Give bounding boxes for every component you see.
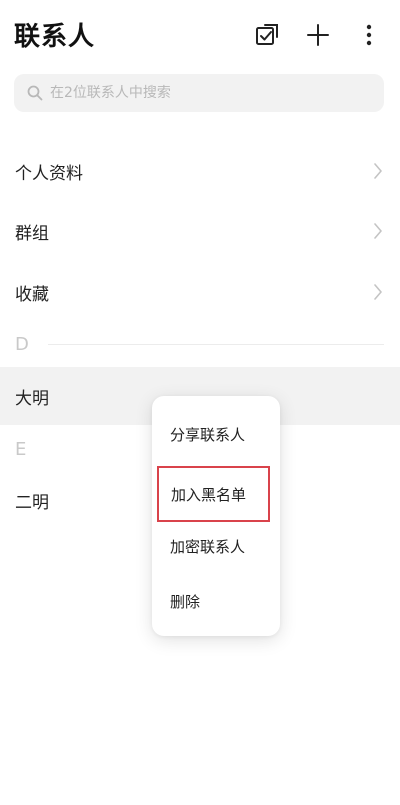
contact-name: 二明 xyxy=(15,492,49,513)
chevron-right-icon xyxy=(374,163,382,179)
nav-item-label: 群组 xyxy=(15,223,49,244)
context-menu: 分享联系人 加入黑名单 加密联系人 删除 xyxy=(152,396,280,636)
menu-item-label: 加密联系人 xyxy=(170,537,246,556)
nav-item-favorites[interactable]: 收藏 xyxy=(0,262,400,322)
more-vertical-icon xyxy=(366,24,372,46)
nav-item-profile[interactable]: 个人资料 xyxy=(0,141,400,201)
search-bar[interactable] xyxy=(14,74,384,112)
checkbox-edit-icon xyxy=(256,24,278,45)
nav-item-label: 收藏 xyxy=(15,284,49,305)
menu-item-share-contact[interactable]: 分享联系人 xyxy=(152,406,280,462)
plus-icon xyxy=(307,24,329,46)
menu-item-label: 分享联系人 xyxy=(170,425,246,444)
section-header-d: D xyxy=(0,327,400,361)
menu-item-label: 删除 xyxy=(170,592,201,611)
menu-item-delete[interactable]: 删除 xyxy=(152,573,280,629)
contact-name: 大明 xyxy=(15,388,49,409)
app-header: 联系人 xyxy=(0,0,400,70)
add-contact-button[interactable] xyxy=(303,20,333,50)
nav-item-label: 个人资料 xyxy=(15,163,83,184)
search-input[interactable] xyxy=(50,78,350,108)
menu-item-add-to-blacklist[interactable]: 加入黑名单 xyxy=(157,466,270,522)
menu-item-encrypt-contact[interactable]: 加密联系人 xyxy=(152,518,280,574)
nav-item-groups[interactable]: 群组 xyxy=(0,201,400,261)
section-divider xyxy=(48,344,384,345)
more-options-button[interactable] xyxy=(354,20,384,50)
search-icon xyxy=(26,84,44,102)
chevron-right-icon xyxy=(374,223,382,239)
section-letter: E xyxy=(15,438,27,460)
chevron-right-icon xyxy=(374,284,382,300)
page-title: 联系人 xyxy=(14,22,96,52)
menu-item-label: 加入黑名单 xyxy=(171,485,247,504)
section-letter: D xyxy=(15,333,29,355)
multi-select-button[interactable] xyxy=(252,20,282,50)
